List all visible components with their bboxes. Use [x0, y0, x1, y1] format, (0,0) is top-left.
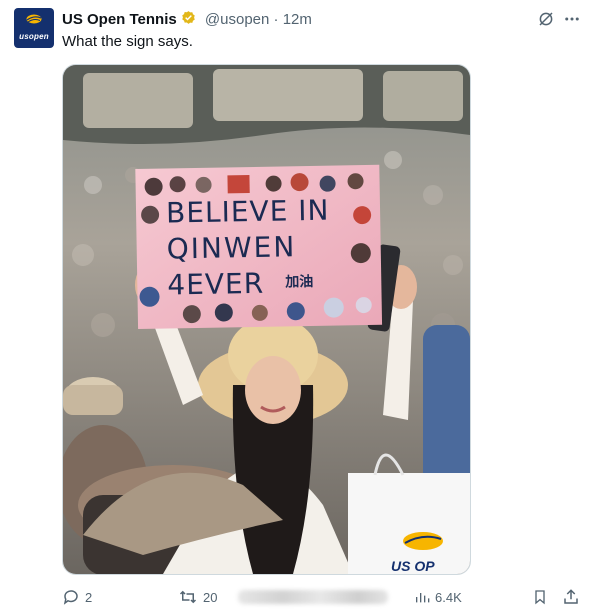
retweet-icon — [179, 590, 197, 604]
sign-line-3: 4EVER — [167, 267, 264, 302]
avatar-brand-text: usopen — [19, 32, 49, 41]
bookmark-icon — [535, 590, 545, 605]
retweet-button[interactable]: 20 — [178, 586, 217, 608]
reply-count: 2 — [85, 589, 93, 605]
tweet-text: What the sign says. — [62, 33, 193, 50]
tweet-actions: 2 20 6.4K — [62, 586, 581, 608]
views-icon — [416, 593, 430, 603]
bag-text: US OP — [391, 558, 435, 574]
verified-badge-icon[interactable] — [180, 10, 197, 27]
tweet-header: US Open Tennis @usopen · 12m — [62, 10, 581, 30]
author-name[interactable]: US Open Tennis — [62, 11, 177, 28]
share-button[interactable] — [562, 586, 580, 608]
usopen-logo-icon — [26, 14, 42, 24]
retweet-count: 20 — [203, 589, 218, 605]
reply-button[interactable]: 2 — [62, 586, 92, 608]
more-icon[interactable] — [563, 10, 581, 28]
tweet-time[interactable]: · 12m — [274, 11, 312, 28]
avatar[interactable]: usopen — [14, 8, 54, 48]
author-handle[interactable]: @usopen — [205, 11, 269, 28]
share-icon — [564, 589, 578, 604]
sign-line-1: BELIEVE IN — [166, 194, 330, 230]
views-count: 6.4K — [435, 589, 462, 605]
reply-icon — [63, 590, 78, 605]
views-button[interactable]: 6.4K — [414, 586, 462, 608]
like-count-redacted — [238, 590, 388, 604]
sign-chinese-text: 加油 — [284, 273, 313, 291]
tweet-media-photo[interactable]: BELIEVE IN QINWEN 4EVER 加油 US OP — [62, 64, 471, 575]
grok-icon[interactable] — [537, 10, 555, 28]
bookmark-button[interactable] — [532, 586, 548, 608]
sign-line-2: QINWEN — [166, 230, 296, 265]
